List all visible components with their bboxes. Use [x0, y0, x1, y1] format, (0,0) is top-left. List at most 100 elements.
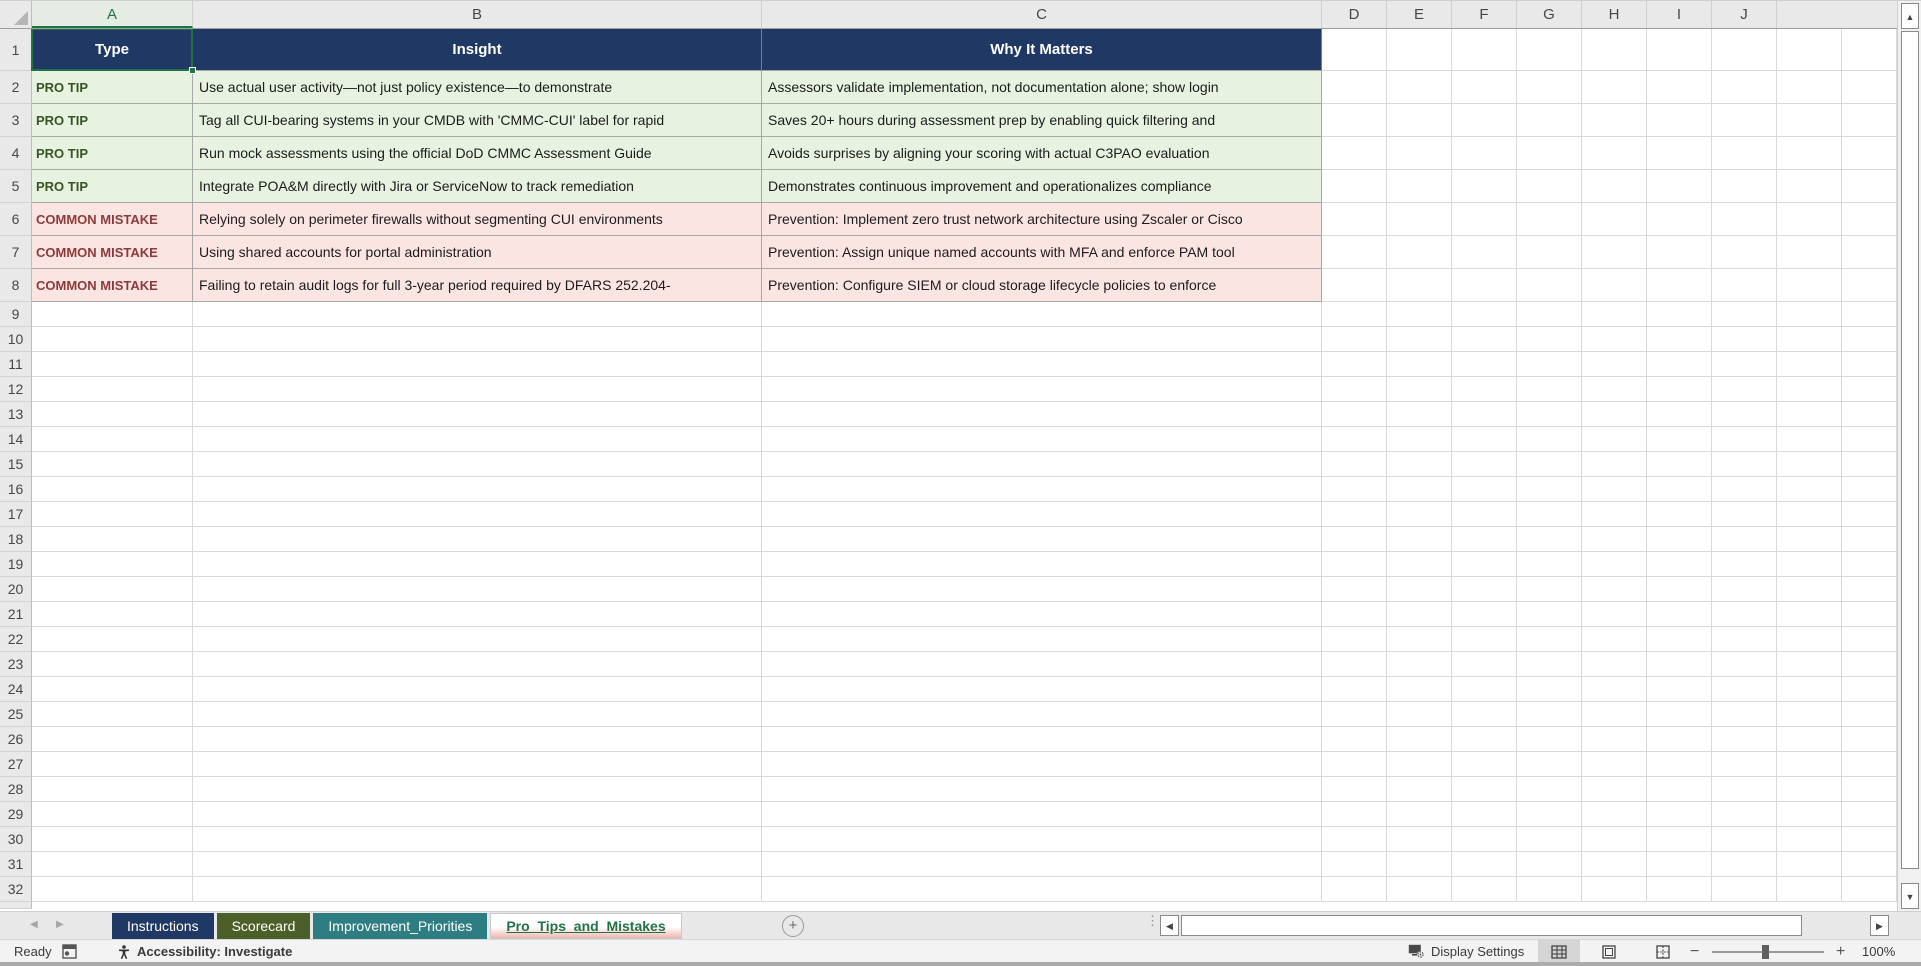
cell-H25[interactable] — [1582, 702, 1647, 727]
cell-G23[interactable] — [1517, 652, 1582, 677]
cell-H31[interactable] — [1582, 852, 1647, 877]
cell-B32[interactable] — [193, 877, 762, 902]
cell-ghost-0-29[interactable] — [1777, 802, 1842, 827]
cell-A9[interactable] — [32, 302, 193, 327]
cell-D28[interactable] — [1322, 777, 1387, 802]
cell-G2[interactable] — [1517, 71, 1582, 104]
cell-ghost-0-18[interactable] — [1777, 527, 1842, 552]
cell-E15[interactable] — [1387, 452, 1452, 477]
cell-A7[interactable]: COMMON MISTAKE — [32, 236, 193, 269]
cell-F6[interactable] — [1452, 203, 1517, 236]
cell-I24[interactable] — [1647, 677, 1712, 702]
cell-G3[interactable] — [1517, 104, 1582, 137]
cell-ghost-1-1[interactable] — [1842, 29, 1897, 71]
cell-J11[interactable] — [1712, 352, 1777, 377]
cell-H21[interactable] — [1582, 602, 1647, 627]
tab-nav-right-icon[interactable]: ▶ — [56, 919, 64, 930]
vertical-scrollbar[interactable]: ▲ ▼ — [1897, 1, 1921, 911]
cell-H14[interactable] — [1582, 427, 1647, 452]
cell-ghost-0-24[interactable] — [1777, 677, 1842, 702]
cell-C4[interactable]: Avoids surprises by aligning your scorin… — [762, 137, 1322, 170]
cell-I5[interactable] — [1647, 170, 1712, 203]
cell-C15[interactable] — [762, 452, 1322, 477]
cell-H23[interactable] — [1582, 652, 1647, 677]
cell-E6[interactable] — [1387, 203, 1452, 236]
cell-I12[interactable] — [1647, 377, 1712, 402]
cell-ghost-1-32[interactable] — [1842, 877, 1897, 902]
hscroll-left-icon[interactable]: ◀ — [1160, 915, 1179, 936]
cell-D27[interactable] — [1322, 752, 1387, 777]
cell-E16[interactable] — [1387, 477, 1452, 502]
cell-E9[interactable] — [1387, 302, 1452, 327]
cell-D2[interactable] — [1322, 71, 1387, 104]
cell-D9[interactable] — [1322, 302, 1387, 327]
cell-G12[interactable] — [1517, 377, 1582, 402]
cell-A27[interactable] — [32, 752, 193, 777]
cell-J7[interactable] — [1712, 236, 1777, 269]
cell-I3[interactable] — [1647, 104, 1712, 137]
cell-I29[interactable] — [1647, 802, 1712, 827]
cell-G13[interactable] — [1517, 402, 1582, 427]
cell-ghost-0-13[interactable] — [1777, 402, 1842, 427]
row-header-22[interactable]: 22 — [0, 627, 32, 652]
row-header-12[interactable]: 12 — [0, 377, 32, 402]
cell-A32[interactable] — [32, 877, 193, 902]
zoom-in-button[interactable]: + — [1836, 940, 1845, 963]
select-all-corner[interactable] — [0, 1, 32, 28]
cell-I15[interactable] — [1647, 452, 1712, 477]
cell-E22[interactable] — [1387, 627, 1452, 652]
cell-A18[interactable] — [32, 527, 193, 552]
cell-I21[interactable] — [1647, 602, 1712, 627]
cell-ghost-0-1[interactable] — [1777, 29, 1842, 71]
cell-G11[interactable] — [1517, 352, 1582, 377]
cell-D22[interactable] — [1322, 627, 1387, 652]
cell-F22[interactable] — [1452, 627, 1517, 652]
cell-I2[interactable] — [1647, 71, 1712, 104]
row-header-5[interactable]: 5 — [0, 170, 32, 203]
cell-C28[interactable] — [762, 777, 1322, 802]
cell-G27[interactable] — [1517, 752, 1582, 777]
cell-B25[interactable] — [193, 702, 762, 727]
zoom-slider-handle[interactable] — [1762, 945, 1769, 959]
row-header-3[interactable]: 3 — [0, 104, 32, 137]
cell-J8[interactable] — [1712, 269, 1777, 302]
cell-ghost-0-16[interactable] — [1777, 477, 1842, 502]
cell-F26[interactable] — [1452, 727, 1517, 752]
cell-B23[interactable] — [193, 652, 762, 677]
cell-A23[interactable] — [32, 652, 193, 677]
cell-D18[interactable] — [1322, 527, 1387, 552]
cell-G5[interactable] — [1517, 170, 1582, 203]
cell-I22[interactable] — [1647, 627, 1712, 652]
zoom-level-label[interactable]: 100% — [1862, 940, 1895, 963]
cell-E1[interactable] — [1387, 29, 1452, 71]
cell-ghost-1-31[interactable] — [1842, 852, 1897, 877]
row-header-17[interactable]: 17 — [0, 502, 32, 527]
col-header-F[interactable]: F — [1452, 1, 1517, 28]
cell-B28[interactable] — [193, 777, 762, 802]
hscroll-right-icon[interactable]: ▶ — [1870, 915, 1889, 936]
cell-C12[interactable] — [762, 377, 1322, 402]
cell-J15[interactable] — [1712, 452, 1777, 477]
cell-B13[interactable] — [193, 402, 762, 427]
cell-B8[interactable]: Failing to retain audit logs for full 3-… — [193, 269, 762, 302]
cell-J19[interactable] — [1712, 552, 1777, 577]
cell-F23[interactable] — [1452, 652, 1517, 677]
cell-E21[interactable] — [1387, 602, 1452, 627]
cell-D26[interactable] — [1322, 727, 1387, 752]
cell-D21[interactable] — [1322, 602, 1387, 627]
cell-I26[interactable] — [1647, 727, 1712, 752]
cell-G8[interactable] — [1517, 269, 1582, 302]
cell-I14[interactable] — [1647, 427, 1712, 452]
cell-E2[interactable] — [1387, 71, 1452, 104]
cell-E27[interactable] — [1387, 752, 1452, 777]
cell-C8[interactable]: Prevention: Configure SIEM or cloud stor… — [762, 269, 1322, 302]
cell-G6[interactable] — [1517, 203, 1582, 236]
cell-E20[interactable] — [1387, 577, 1452, 602]
cell-D6[interactable] — [1322, 203, 1387, 236]
cell-G16[interactable] — [1517, 477, 1582, 502]
cell-B6[interactable]: Relying solely on perimeter firewalls wi… — [193, 203, 762, 236]
cell-ghost-0-19[interactable] — [1777, 552, 1842, 577]
col-header-E[interactable]: E — [1387, 1, 1452, 28]
cell-ghost-0-6[interactable] — [1777, 203, 1842, 236]
cell-C29[interactable] — [762, 802, 1322, 827]
